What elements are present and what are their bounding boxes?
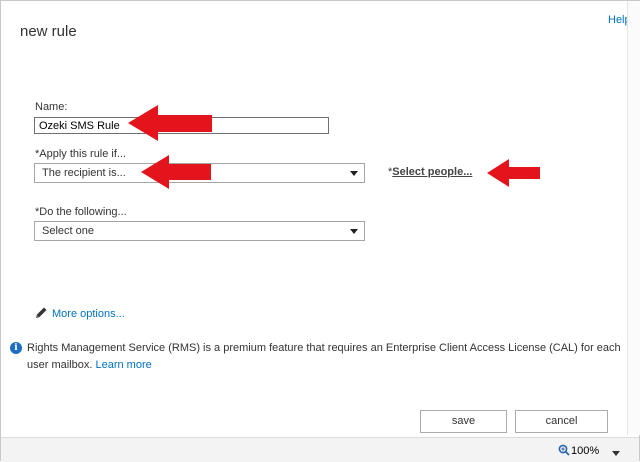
do-following-dropdown[interactable]: Select one	[34, 221, 365, 241]
rms-info-text-block: Rights Management Service (RMS) is a pre…	[27, 340, 627, 374]
more-options-label: More options...	[52, 308, 125, 320]
learn-more-link[interactable]: Learn more	[95, 359, 151, 371]
name-label: Name:	[35, 101, 68, 113]
dialog-title: new rule	[20, 23, 77, 40]
chevron-down-icon	[350, 229, 358, 234]
do-following-value: Select one	[42, 225, 94, 237]
apply-rule-value: The recipient is...	[42, 167, 126, 179]
apply-rule-label: *Apply this rule if...	[35, 148, 127, 160]
save-button[interactable]: save	[420, 410, 507, 433]
info-icon: i	[10, 342, 22, 354]
annotation-arrow-icon	[128, 105, 212, 141]
zoom-level: 100%	[571, 445, 600, 457]
pencil-icon	[35, 306, 48, 322]
select-people: *Select people...	[388, 166, 472, 178]
zoom-dropdown-icon[interactable]	[612, 451, 620, 456]
status-bar: 100%	[1, 437, 639, 462]
annotation-arrow-icon	[487, 159, 540, 187]
vertical-scrollbar[interactable]	[627, 1, 640, 435]
chevron-down-icon	[350, 171, 358, 176]
zoom-icon[interactable]	[558, 443, 570, 461]
select-people-link[interactable]: Select people...	[392, 166, 472, 178]
dialog-window: new rule Help Name: *Apply this rule if.…	[0, 0, 640, 462]
annotation-arrow-icon	[141, 155, 211, 189]
do-following-label: *Do the following...	[35, 206, 127, 218]
more-options-link[interactable]: More options...	[35, 306, 125, 322]
cancel-button[interactable]: cancel	[515, 410, 608, 433]
